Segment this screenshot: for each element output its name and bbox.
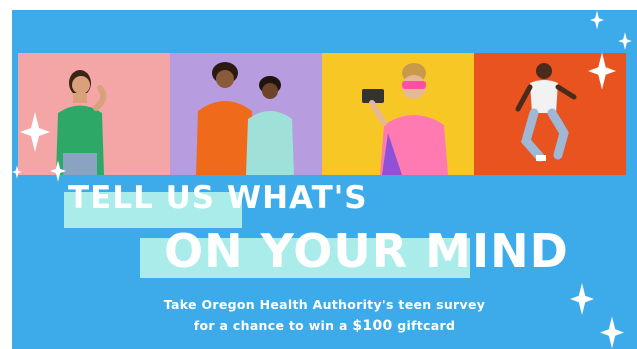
photo-strip (18, 53, 626, 175)
sparkle-icon (590, 10, 604, 30)
subtext-suffix: giftcard (392, 318, 456, 333)
sparkle-icon (12, 165, 22, 179)
sparkle-icon (570, 283, 594, 315)
subtext-line-2: for a chance to win a $100 giftcard (12, 318, 637, 334)
sparkle-icon (600, 316, 624, 349)
sparkle-icon (588, 52, 616, 90)
prize-amount: $100 (352, 318, 393, 334)
photo-two-teens-orange-and-teal-hoodies (170, 53, 322, 175)
sparkle-icon (50, 160, 66, 182)
subtext-prefix: for a chance to win a (193, 318, 353, 333)
headline-line-2: ON YOUR MIND (164, 224, 569, 278)
sparkle-icon (20, 112, 50, 152)
photo-teen-holding-phone-in-pink-glasses (322, 53, 474, 175)
sparkle-icon (618, 32, 632, 50)
survey-banner: TELL US WHAT'S ON YOUR MIND Take Oregon … (12, 10, 637, 349)
subtext-line-1: Take Oregon Health Authority's teen surv… (163, 297, 486, 312)
headline-line-1: TELL US WHAT'S (68, 180, 368, 216)
